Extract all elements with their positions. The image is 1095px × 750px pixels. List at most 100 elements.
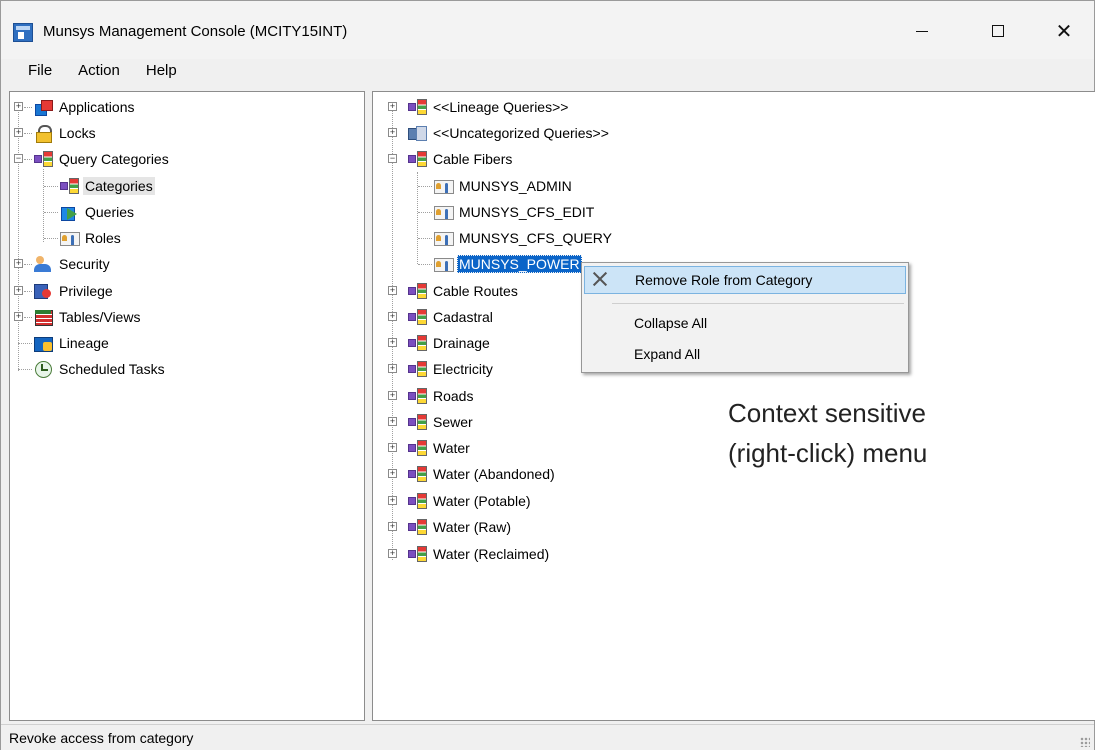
tree-node-label: Queries [85, 204, 135, 220]
tree-node-scheduled-tasks[interactable]: Scheduled Tasks [14, 358, 167, 380]
close-button[interactable]: ✕ [1041, 11, 1087, 51]
expand-icon[interactable]: + [14, 286, 23, 295]
expand-icon[interactable]: + [14, 128, 23, 137]
tree-node-munsys-cfs-query[interactable]: MUNSYS_CFS_QUERY [418, 227, 614, 249]
status-text: Revoke access from category [9, 730, 194, 746]
tree-node-water[interactable]: + Water [388, 437, 472, 459]
minimize-button[interactable] [899, 11, 945, 51]
tree-node-munsys-cfs-edit[interactable]: MUNSYS_CFS_EDIT [418, 201, 596, 223]
lock-icon [34, 125, 53, 143]
tree-node-lineage[interactable]: Lineage [14, 332, 111, 354]
tree-node-label: Query Categories [59, 151, 169, 167]
menu-item-expand-all[interactable]: Expand All [584, 340, 906, 368]
tree-node-label: Scheduled Tasks [59, 361, 165, 377]
category-icon [408, 546, 427, 562]
title-bar[interactable]: Munsys Management Console (MCITY15INT) ✕ [1, 1, 1094, 59]
tree-node-label: Tables/Views [59, 309, 141, 325]
expand-icon[interactable]: + [388, 364, 397, 373]
tree-node-munsys-power[interactable]: MUNSYS_POWER [418, 253, 582, 275]
expand-icon[interactable]: + [388, 128, 397, 137]
tree-node-label: Categories [83, 177, 155, 195]
menu-file[interactable]: File [15, 59, 65, 85]
role-icon [434, 204, 454, 220]
expand-icon[interactable]: + [14, 312, 23, 321]
tree-node-label: Locks [59, 125, 96, 141]
category-icon [408, 519, 427, 535]
tree-node-water-raw[interactable]: + Water (Raw) [388, 516, 513, 538]
tree-node-label: Sewer [433, 414, 473, 430]
remove-x-icon [591, 270, 609, 288]
category-icon [408, 466, 427, 482]
role-icon [434, 256, 454, 272]
tree-node-munsys-admin[interactable]: MUNSYS_ADMIN [418, 175, 574, 197]
tree-node-label: Applications [59, 99, 135, 115]
tree-node-queries[interactable]: Queries [44, 201, 136, 223]
maximize-button[interactable] [975, 11, 1021, 51]
expand-icon[interactable]: + [388, 312, 397, 321]
menu-action[interactable]: Action [65, 59, 133, 85]
tree-node-label: Security [59, 256, 110, 272]
table-icon [34, 309, 53, 326]
menu-item-collapse-all[interactable]: Collapse All [584, 309, 906, 337]
tree-line [24, 107, 32, 108]
tree-node-label: MUNSYS_POWER [457, 255, 582, 273]
category-icon [408, 440, 427, 456]
tree-node-water-reclaimed[interactable]: + Water (Reclaimed) [388, 543, 551, 565]
tree-node-tables-views[interactable]: + Tables/Views [14, 306, 142, 328]
tree-node-label: Roads [433, 388, 474, 404]
tree-node-label: Water [433, 440, 470, 456]
tree-node-drainage[interactable]: + Drainage [388, 332, 492, 354]
tree-node-label: Drainage [433, 335, 490, 351]
app-window: Munsys Management Console (MCITY15INT) ✕… [0, 0, 1095, 750]
expand-icon[interactable]: + [388, 496, 397, 505]
tree-line [24, 317, 32, 318]
tree-node-electricity[interactable]: + Electricity [388, 358, 495, 380]
collapse-icon[interactable]: − [388, 154, 397, 163]
tree-node-query-categories[interactable]: − Query Categories [14, 148, 171, 170]
tree-node-locks[interactable]: + Locks [14, 122, 98, 144]
expand-icon[interactable]: + [14, 259, 23, 268]
expand-icon[interactable]: + [14, 102, 23, 111]
expand-icon[interactable]: + [388, 549, 397, 558]
tree-node-cadastral[interactable]: + Cadastral [388, 306, 495, 328]
category-icon [34, 151, 53, 167]
tree-line [418, 186, 432, 187]
tree-node-water-potable[interactable]: + Water (Potable) [388, 490, 533, 512]
expand-icon[interactable]: + [388, 522, 397, 531]
tree-node-cable-routes[interactable]: + Cable Routes [388, 280, 520, 302]
expand-icon[interactable]: + [388, 391, 397, 400]
tree-node-uncategorized-queries[interactable]: + <<Uncategorized Queries>> [388, 122, 611, 144]
menu-item-label: Remove Role from Category [635, 272, 813, 288]
tree-node-categories[interactable]: Categories [44, 175, 155, 197]
navigation-tree-pane[interactable]: + Applications + Locks − Query Categorie… [9, 91, 365, 721]
tree-line [44, 212, 58, 213]
tree-node-privilege[interactable]: + Privilege [14, 280, 115, 302]
expand-icon[interactable]: + [388, 102, 397, 111]
tree-node-security[interactable]: + Security [14, 253, 112, 275]
resize-grip-icon[interactable] [1080, 737, 1090, 747]
tree-node-lineage-queries[interactable]: + <<Lineage Queries>> [388, 96, 570, 118]
menu-help[interactable]: Help [133, 59, 190, 85]
expand-icon[interactable]: + [388, 443, 397, 452]
tree-node-water-abandoned[interactable]: + Water (Abandoned) [388, 463, 557, 485]
expand-icon[interactable]: + [388, 417, 397, 426]
tree-node-label: <<Uncategorized Queries>> [433, 125, 609, 141]
menu-item-remove-role-from-category[interactable]: Remove Role from Category [584, 266, 906, 294]
tree-line [24, 264, 32, 265]
tree-node-roads[interactable]: + Roads [388, 385, 475, 407]
tree-node-cable-fibers[interactable]: − Cable Fibers [388, 148, 514, 170]
category-icon [408, 388, 427, 404]
menu-item-label: Expand All [634, 346, 701, 362]
tree-node-roles[interactable]: Roles [44, 227, 123, 249]
tree-node-applications[interactable]: + Applications [14, 96, 137, 118]
tree-node-sewer[interactable]: + Sewer [388, 411, 475, 433]
expand-icon[interactable]: + [388, 338, 397, 347]
collapse-icon[interactable]: − [14, 154, 23, 163]
category-icon [408, 309, 427, 325]
expand-icon[interactable]: + [388, 469, 397, 478]
expand-icon[interactable]: + [388, 286, 397, 295]
tree-node-label: Water (Reclaimed) [433, 546, 550, 562]
role-icon [434, 178, 454, 194]
tree-node-label: Water (Potable) [433, 493, 531, 509]
category-icon [60, 178, 79, 194]
